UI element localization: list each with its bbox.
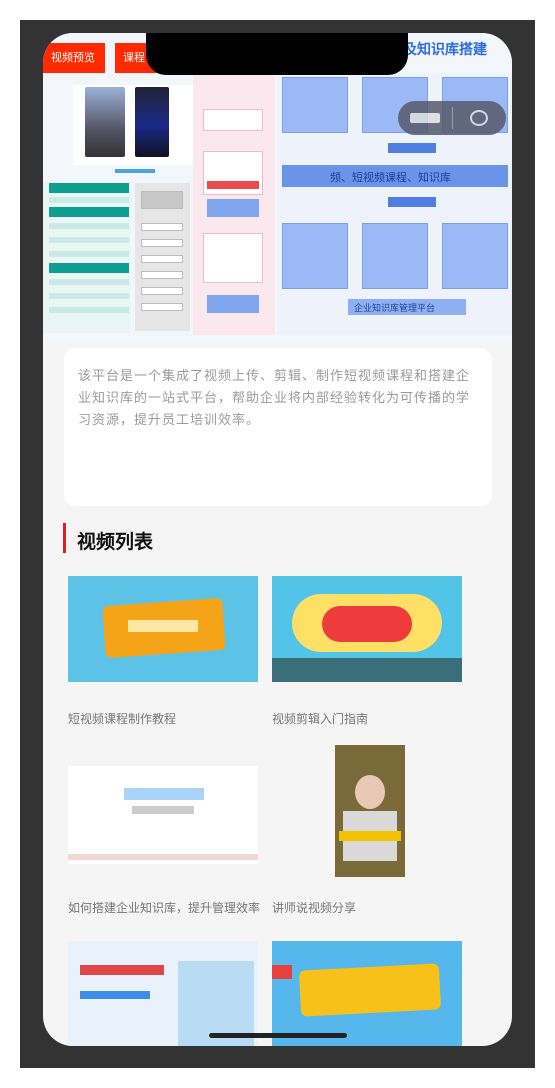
section-title: 视频列表 — [77, 531, 154, 553]
grey-cell — [141, 223, 183, 231]
grey-cell — [141, 287, 183, 295]
video-thumbnail[interactable] — [335, 745, 405, 877]
banner-title: 及知识库搭建 — [403, 42, 487, 58]
teal-line — [49, 223, 129, 229]
thumb-shape — [272, 965, 292, 979]
thumb-shape — [128, 620, 198, 632]
teal-line — [49, 197, 129, 203]
video-thumbnail[interactable] — [272, 941, 462, 1046]
video-thumbnail[interactable] — [272, 576, 462, 682]
grey-cell — [141, 239, 183, 247]
banner-footer-label: 企业知识库管理平台 — [354, 304, 436, 314]
blue-card — [442, 223, 508, 289]
pink-box — [203, 233, 263, 283]
hero-banner-image[interactable]: 视频预览 课程 及知识库搭建 频、短视频课程、知识库 企业知识库管理平台 — [43, 33, 512, 341]
thumb-shape — [322, 606, 412, 642]
teal-row — [49, 263, 129, 273]
video-card[interactable]: 视频剪辑入门指南 — [272, 576, 462, 736]
video-title[interactable]: 讲师说视频分享 — [272, 898, 464, 918]
pink-button — [207, 199, 259, 217]
grey-cell — [141, 255, 183, 263]
more-icon[interactable] — [410, 113, 440, 123]
video-card[interactable]: 讲师说视频分享 — [272, 745, 462, 925]
video-card[interactable] — [68, 941, 258, 1046]
thumb-shape — [132, 806, 194, 814]
blue-bar — [388, 197, 436, 207]
banner-center-label: 频、短视频课程、知识库 — [330, 171, 451, 184]
thumb-shape — [355, 775, 385, 809]
grey-cell — [141, 271, 183, 279]
video-card[interactable]: 短视频课程制作教程 — [68, 576, 258, 736]
video-thumbnail[interactable] — [68, 766, 258, 864]
video-title[interactable]: 视频剪辑入门指南 — [272, 709, 464, 729]
thumb-shape — [272, 658, 462, 682]
capsule-menu[interactable] — [398, 101, 506, 135]
teal-line — [49, 307, 129, 313]
speaker-portrait-2 — [135, 87, 169, 157]
video-thumbnail[interactable] — [68, 941, 258, 1046]
description-card: 该平台是一个集成了视频上传、剪辑、制作短视频课程和搭建企业知识库的一站式平台，帮… — [64, 348, 492, 506]
banner-tag-left: 视频预览 — [43, 43, 105, 73]
pink-red-bar — [207, 181, 259, 189]
grey-form-panel — [135, 183, 190, 331]
thumb-shape — [298, 963, 442, 1017]
video-card[interactable] — [272, 941, 462, 1046]
pink-button — [207, 295, 259, 313]
description-text: 该平台是一个集成了视频上传、剪辑、制作短视频课程和搭建企业知识库的一站式平台，帮… — [78, 369, 471, 428]
teal-line — [49, 293, 129, 299]
video-card[interactable]: 如何搭建企业知识库，提升管理效率 — [68, 758, 260, 938]
portrait-caption-bar — [115, 169, 155, 173]
blue-card — [282, 223, 348, 289]
video-title[interactable]: 短视频课程制作教程 — [68, 709, 260, 729]
pink-phone-mockup — [193, 73, 275, 335]
thumb-shape — [80, 965, 164, 975]
teal-row — [49, 183, 129, 193]
teal-line — [49, 237, 129, 243]
grey-cell — [141, 191, 183, 209]
blue-card — [282, 77, 348, 133]
device-notch — [146, 33, 408, 75]
close-icon[interactable] — [470, 110, 488, 126]
teal-line — [49, 279, 129, 285]
blue-card — [362, 223, 428, 289]
pink-box — [203, 109, 263, 131]
capsule-divider — [452, 107, 453, 129]
phone-screen: 视频预览 课程 及知识库搭建 频、短视频课程、知识库 企业知识库管理平台 该平台… — [43, 33, 512, 1046]
thumb-shape — [68, 854, 258, 860]
speaker-portrait-1 — [85, 87, 125, 157]
teal-line — [49, 251, 129, 257]
grey-cell — [141, 303, 183, 311]
video-thumbnail[interactable] — [68, 576, 258, 682]
thumb-shape — [124, 788, 204, 800]
home-indicator[interactable] — [209, 1033, 347, 1038]
blue-bar — [388, 143, 436, 153]
teal-row — [49, 207, 129, 217]
section-accent-bar — [63, 523, 66, 553]
teal-table-panel — [43, 181, 131, 333]
video-title[interactable]: 如何搭建企业知识库，提升管理效率 — [68, 898, 260, 918]
thumb-shape — [339, 831, 401, 841]
thumb-shape — [80, 991, 150, 999]
